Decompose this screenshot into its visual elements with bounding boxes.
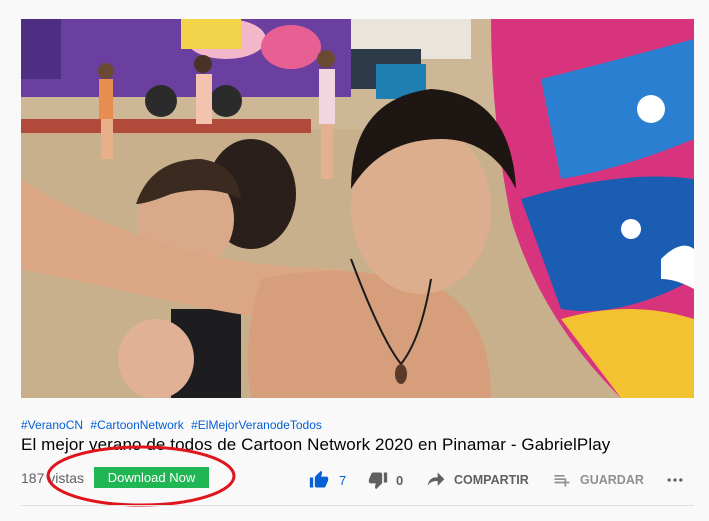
more-actions-button[interactable]	[664, 466, 686, 494]
section-divider	[21, 505, 694, 506]
save-label: GUARDAR	[580, 473, 644, 487]
hashtag-link[interactable]: #ElMejorVeranodeTodos	[191, 418, 322, 432]
share-button[interactable]: COMPARTIR	[426, 466, 529, 494]
video-player[interactable]	[21, 19, 694, 398]
video-frame-image	[21, 19, 694, 398]
hashtag-list: #VeranoCN #CartoonNetwork #ElMejorVerano…	[21, 418, 326, 432]
dislike-button[interactable]: 0	[368, 466, 403, 494]
view-count: 187 vistas	[21, 470, 85, 486]
share-arrow-icon	[427, 472, 445, 486]
more-horizontal-icon	[667, 478, 683, 482]
download-now-button[interactable]: Download Now	[94, 467, 209, 488]
dislike-count: 0	[396, 472, 404, 488]
like-count: 7	[339, 472, 347, 488]
thumbs-up-icon	[309, 470, 329, 488]
video-meta-row: 187 vistas Download Now 7 0 COMPARTIR GU	[21, 466, 694, 494]
share-label: COMPARTIR	[454, 473, 529, 487]
hashtag-link[interactable]: #CartoonNetwork	[90, 418, 183, 432]
like-button[interactable]: 7	[309, 466, 346, 494]
video-title: El mejor verano de todos de Cartoon Netw…	[21, 435, 611, 454]
video-page: #VeranoCN #CartoonNetwork #ElMejorVerano…	[0, 0, 709, 521]
save-button[interactable]: GUARDAR	[552, 466, 644, 494]
thumbs-down-icon	[368, 472, 388, 490]
playlist-add-icon	[554, 475, 570, 487]
hashtag-link[interactable]: #VeranoCN	[21, 418, 83, 432]
